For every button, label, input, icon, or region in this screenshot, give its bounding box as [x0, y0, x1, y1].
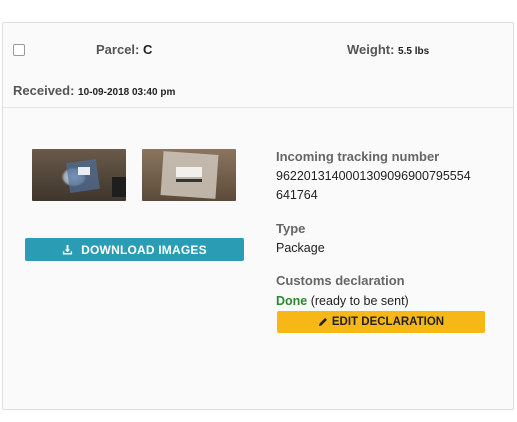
type-value: Package [276, 241, 325, 255]
parcel-card: Parcel: C Weight: 5.5 lbs Received: 10-0… [2, 22, 514, 410]
parcel-received: Received: 10-09-2018 03:40 pm [13, 83, 175, 98]
edit-declaration-label: EDIT DECLARATION [331, 316, 445, 328]
weight-value: 5.5 lbs [398, 46, 430, 57]
tracking-number-label: Incoming tracking number [276, 149, 440, 164]
customs-declaration-status: Done (ready to be sent) [276, 292, 409, 311]
parcel-image-thumbnail[interactable] [32, 149, 126, 201]
tracking-number-line: 641764 [276, 188, 318, 202]
parcel-id: Parcel: C [96, 42, 152, 57]
parcel-weight: Weight: 5.5 lbs [347, 42, 429, 57]
parcel-select-checkbox[interactable] [13, 44, 25, 56]
download-images-button[interactable]: DOWNLOAD IMAGES [25, 238, 244, 261]
customs-status-note: (ready to be sent) [310, 294, 409, 308]
page: Parcel: C Weight: 5.5 lbs Received: 10-0… [0, 0, 517, 422]
type-label: Type [276, 221, 306, 236]
customs-declaration-label: Customs declaration [276, 273, 405, 288]
tracking-number-value: 9622013140001309096900795554 641764 [276, 167, 486, 205]
edit-declaration-button[interactable]: EDIT DECLARATION [277, 311, 485, 333]
tracking-number-line: 9622013140001309096900795554 [276, 169, 471, 183]
download-icon [62, 244, 73, 255]
received-label: Received: [13, 83, 75, 98]
parcel-value: C [143, 42, 153, 57]
parcel-image-thumbnail[interactable] [142, 149, 236, 201]
parcel-card-header: Parcel: C Weight: 5.5 lbs Received: 10-0… [3, 23, 513, 108]
pencil-icon [318, 317, 328, 327]
weight-label: Weight: [347, 42, 395, 57]
customs-status-done: Done [276, 294, 308, 308]
download-images-label: DOWNLOAD IMAGES [81, 242, 207, 257]
parcel-label: Parcel: [96, 42, 140, 57]
received-value: 10-09-2018 03:40 pm [78, 87, 176, 98]
